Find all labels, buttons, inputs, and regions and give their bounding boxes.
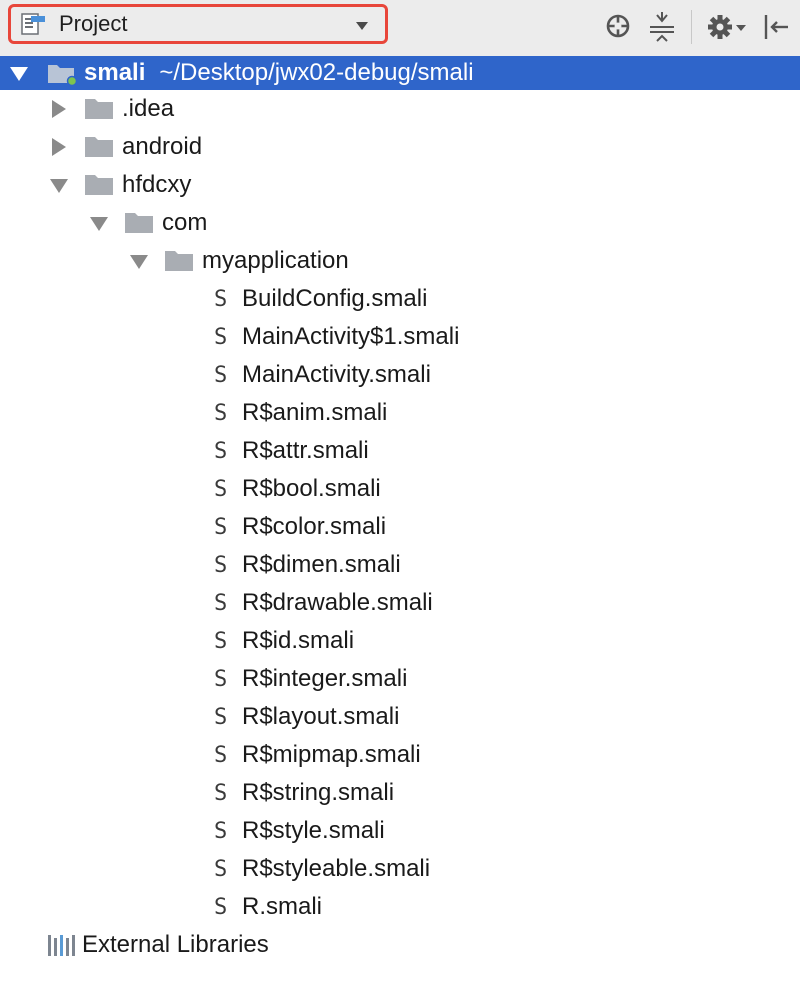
tree-item-file[interactable]: S R$bool.smali: [214, 470, 381, 508]
tree-item-external-libraries[interactable]: External Libraries: [46, 926, 269, 964]
file-label: MainActivity.smali: [242, 361, 431, 388]
expanded-arrow-icon[interactable]: [88, 212, 110, 234]
smali-file-icon: S: [214, 438, 228, 464]
file-label: R$color.smali: [242, 513, 387, 540]
smali-file-icon: S: [214, 400, 228, 426]
root-module-path: ~/Desktop/jwx02-debug/smali: [159, 59, 474, 86]
tree-item-file[interactable]: S R$drawable.smali: [214, 584, 433, 622]
file-label: R$mipmap.smali: [242, 741, 421, 768]
tree-item-file[interactable]: S R$integer.smali: [214, 660, 407, 698]
project-view-label: Project: [59, 11, 128, 36]
smali-file-icon: S: [214, 514, 228, 540]
tree-item-file[interactable]: S BuildConfig.smali: [214, 280, 427, 318]
tree-item-myapplication[interactable]: myapplication: [128, 242, 349, 280]
gear-icon[interactable]: [706, 12, 748, 42]
smali-file-icon: S: [214, 818, 228, 844]
file-label: R$styleable.smali: [242, 855, 431, 882]
folder-label: com: [162, 209, 208, 236]
expanded-arrow-icon[interactable]: [128, 250, 150, 272]
smali-file-icon: S: [214, 362, 228, 388]
smali-file-icon: S: [214, 476, 228, 502]
project-view-selector[interactable]: Project: [8, 4, 388, 44]
tree-item-file[interactable]: S R$string.smali: [214, 774, 394, 812]
tree-root-row[interactable]: smali ~/Desktop/jwx02-debug/smali: [0, 56, 800, 90]
folder-label: .idea: [122, 95, 175, 122]
tree-item-file[interactable]: S R$color.smali: [214, 508, 386, 546]
package-folder-icon: [125, 213, 153, 233]
file-label: MainActivity$1.smali: [242, 323, 460, 350]
file-label: R$layout.smali: [242, 703, 400, 730]
file-label: R$bool.smali: [242, 475, 381, 502]
root-module-name: smali: [84, 59, 146, 86]
tree-item-file[interactable]: S R.smali: [214, 888, 322, 926]
toolbar-divider: [691, 10, 692, 44]
file-label: R$attr.smali: [242, 437, 369, 464]
tree-item-file[interactable]: S MainActivity$1.smali: [214, 318, 459, 356]
tree-item-android[interactable]: android: [48, 128, 202, 166]
project-toolbar: Project: [0, 0, 800, 57]
library-icon: [48, 935, 75, 956]
project-view-icon: [21, 13, 45, 35]
package-folder-icon: [165, 251, 193, 271]
locate-icon[interactable]: [604, 12, 632, 40]
smali-file-icon: S: [214, 856, 228, 882]
smali-file-icon: S: [214, 590, 228, 616]
tree-item-hfdcxy[interactable]: hfdcxy: [48, 166, 191, 204]
tree-item-file[interactable]: S R$dimen.smali: [214, 546, 401, 584]
folder-icon: [85, 175, 113, 195]
external-libraries-label: External Libraries: [82, 931, 269, 958]
smali-file-icon: S: [214, 780, 228, 806]
folder-icon: [85, 137, 113, 157]
tree-item-file[interactable]: S R$attr.smali: [214, 432, 369, 470]
collapse-all-icon[interactable]: [648, 12, 676, 42]
smali-file-icon: S: [214, 628, 228, 654]
folder-icon: [85, 99, 113, 119]
file-label: R$string.smali: [242, 779, 395, 806]
file-label: R$style.smali: [242, 817, 385, 844]
tree-item-file[interactable]: S R$mipmap.smali: [214, 736, 421, 774]
folder-label: myapplication: [202, 247, 349, 274]
chevron-down-icon: [356, 22, 368, 30]
tree-item-file[interactable]: S R$style.smali: [214, 812, 385, 850]
tree-item-file[interactable]: S R$id.smali: [214, 622, 354, 660]
hide-icon[interactable]: [762, 12, 790, 42]
folder-label: android: [122, 133, 203, 160]
tree-item-com[interactable]: com: [88, 204, 207, 242]
tree-item-idea[interactable]: .idea: [48, 90, 174, 128]
expanded-arrow-icon[interactable]: [48, 174, 70, 196]
smali-file-icon: S: [214, 552, 228, 578]
folder-label: hfdcxy: [122, 171, 192, 198]
tree-item-file[interactable]: S MainActivity.smali: [214, 356, 431, 394]
tree-item-file[interactable]: S R$layout.smali: [214, 698, 399, 736]
file-label: R$dimen.smali: [242, 551, 401, 578]
file-label: R$id.smali: [242, 627, 355, 654]
collapsed-arrow-icon[interactable]: [48, 136, 70, 158]
module-folder-icon: [48, 65, 78, 85]
file-label: R$integer.smali: [242, 665, 408, 692]
file-label: R.smali: [242, 893, 323, 920]
smali-file-icon: S: [214, 286, 228, 312]
smali-file-icon: S: [214, 324, 228, 350]
file-label: R$drawable.smali: [242, 589, 433, 616]
file-label: BuildConfig.smali: [242, 285, 428, 312]
smali-file-icon: S: [214, 704, 228, 730]
tree-item-file[interactable]: S R$anim.smali: [214, 394, 387, 432]
expanded-arrow-icon[interactable]: [8, 62, 30, 84]
collapsed-arrow-icon[interactable]: [48, 98, 70, 120]
smali-file-icon: S: [214, 742, 228, 768]
smali-file-icon: S: [214, 666, 228, 692]
tree-item-file[interactable]: S R$styleable.smali: [214, 850, 430, 888]
smali-file-icon: S: [214, 894, 228, 920]
file-label: R$anim.smali: [242, 399, 388, 426]
